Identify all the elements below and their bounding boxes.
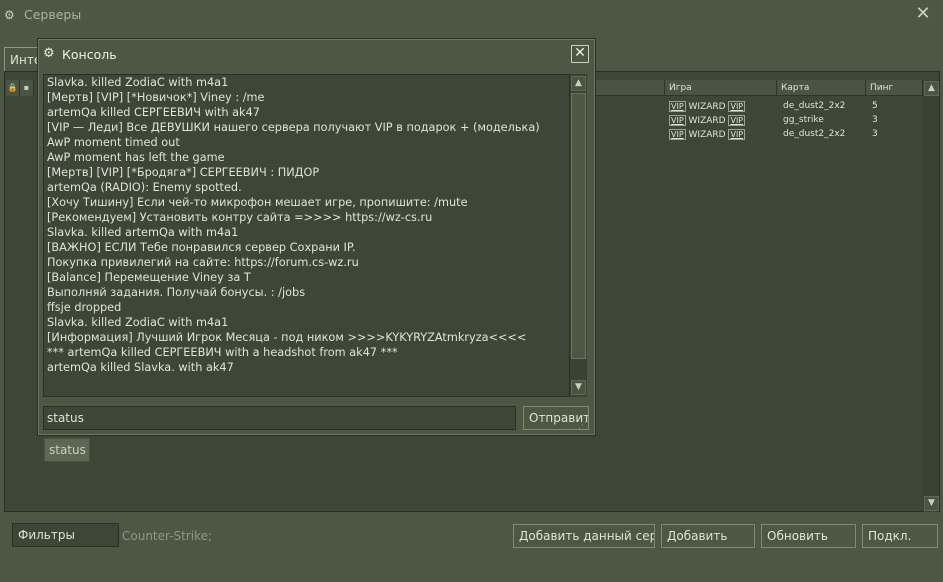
column-header-name[interactable] [596, 80, 665, 96]
table-row[interactable]: VIP WIZARD VIP [669, 128, 746, 141]
table-row[interactable]: VIP WIZARD VIP [669, 114, 746, 127]
secure-column-icon[interactable]: ▪ [20, 80, 34, 96]
table-row[interactable]: VIP WIZARD VIP [669, 100, 746, 113]
log-line: [Информация] Лучший Игрок Месяца - под н… [47, 331, 527, 344]
ping-cell: 3 [872, 129, 878, 139]
add-server-button[interactable]: Добавить [661, 524, 755, 548]
vip-tag: VIP [669, 129, 686, 140]
game-cell: WIZARD [688, 130, 726, 140]
log-line: [Мертв] [VIP] [*Новичок*] Viney : /me [47, 91, 265, 104]
scroll-up-icon[interactable]: ▲ [924, 81, 939, 96]
log-line: ffsje dropped [47, 301, 122, 314]
log-line: [Мертв] [VIP] [*Бродяга*] СЕРГЕЕВИЧ : ПИ… [47, 166, 320, 179]
resize-grip-icon[interactable]: ⋰ [578, 421, 587, 431]
filters-button[interactable]: Фильтры [12, 523, 119, 547]
server-list-scrollbar[interactable] [923, 80, 939, 512]
scroll-down-icon[interactable]: ▼ [924, 496, 939, 511]
ping-cell: 5 [872, 101, 878, 111]
vip-tag: VIP [728, 101, 746, 112]
command-input[interactable] [43, 406, 516, 430]
log-line: artemQa (RADIO): Enemy spotted. [47, 181, 242, 194]
vip-tag: VIP [669, 101, 686, 112]
log-line: [VIP — Леди] Все ДЕВУШКИ нашего сервера … [47, 121, 540, 134]
refresh-button[interactable]: Обновить [761, 524, 856, 548]
connect-button[interactable]: Подкл. [862, 524, 938, 548]
game-filter-text: Counter-Strike; [122, 529, 213, 543]
log-line: Выполняй задания. Получай бонусы. : /job… [47, 286, 306, 299]
log-line: AwP moment timed out [47, 136, 180, 149]
scroll-down-icon[interactable]: ▼ [571, 380, 586, 395]
log-line: Покупка привилегий на сайте: https://for… [47, 256, 359, 269]
log-line: artemQa killed СЕРГЕЕВИЧ with ak47 [47, 106, 260, 119]
log-line: Slavka. killed ZodiaC with m4a1 [47, 76, 229, 89]
log-line: Slavka. killed artemQa with m4a1 [47, 226, 239, 239]
log-line: *** artemQa killed СЕРГЕЕВИЧ with a head… [47, 346, 398, 359]
console-title: Консоль [62, 47, 117, 62]
vip-tag: VIP [669, 115, 686, 126]
map-cell: gg_strike [783, 115, 824, 125]
vip-tag: VIP [728, 115, 746, 126]
close-icon[interactable]: ✕ [571, 45, 589, 63]
column-header-map[interactable]: Карта [777, 80, 866, 96]
game-cell: WIZARD [688, 102, 726, 112]
tab-internet[interactable]: Инте [4, 47, 38, 71]
column-header-ping[interactable]: Пинг [866, 80, 923, 96]
log-line: artemQa killed Slavka. with ak47 [47, 361, 234, 374]
scroll-up-icon[interactable]: ▲ [571, 76, 586, 91]
vip-tag: VIP [728, 129, 746, 140]
add-current-server-button[interactable]: Добавить данный серве [513, 524, 655, 548]
map-cell: de_dust2_2x2 [783, 129, 846, 139]
log-line: [Хочу Тишину] Если чей-то микрофон мешае… [47, 196, 468, 209]
lock-icon[interactable]: 🔒 [6, 80, 20, 96]
close-icon[interactable]: ✕ [913, 4, 933, 24]
window-title: Серверы [24, 7, 82, 22]
log-line: Slavka. killed ZodiaC with m4a1 [47, 316, 229, 329]
map-cell: de_dust2_2x2 [783, 101, 846, 111]
ping-cell: 3 [872, 115, 878, 125]
autocomplete-suggestion[interactable]: status [44, 438, 90, 462]
log-line: [ВАЖНО] ЕСЛИ Тебе понравился сервер Сохр… [47, 241, 356, 254]
steam-icon: ⚙ [4, 8, 15, 22]
game-cell: WIZARD [688, 116, 726, 126]
steam-icon: ⚙ [43, 46, 55, 61]
log-line: [Рекомендуем] Установить контру сайта =>… [47, 211, 433, 224]
console-scroll-thumb[interactable] [571, 93, 586, 359]
column-header-game[interactable]: Игра [665, 80, 777, 96]
console-log: Slavka. killed ZodiaC with m4a1 [Мертв] … [43, 74, 570, 397]
log-line: [Balance] Перемещение Viney за T [47, 271, 251, 284]
log-line: AwP moment has left the game [47, 151, 225, 164]
